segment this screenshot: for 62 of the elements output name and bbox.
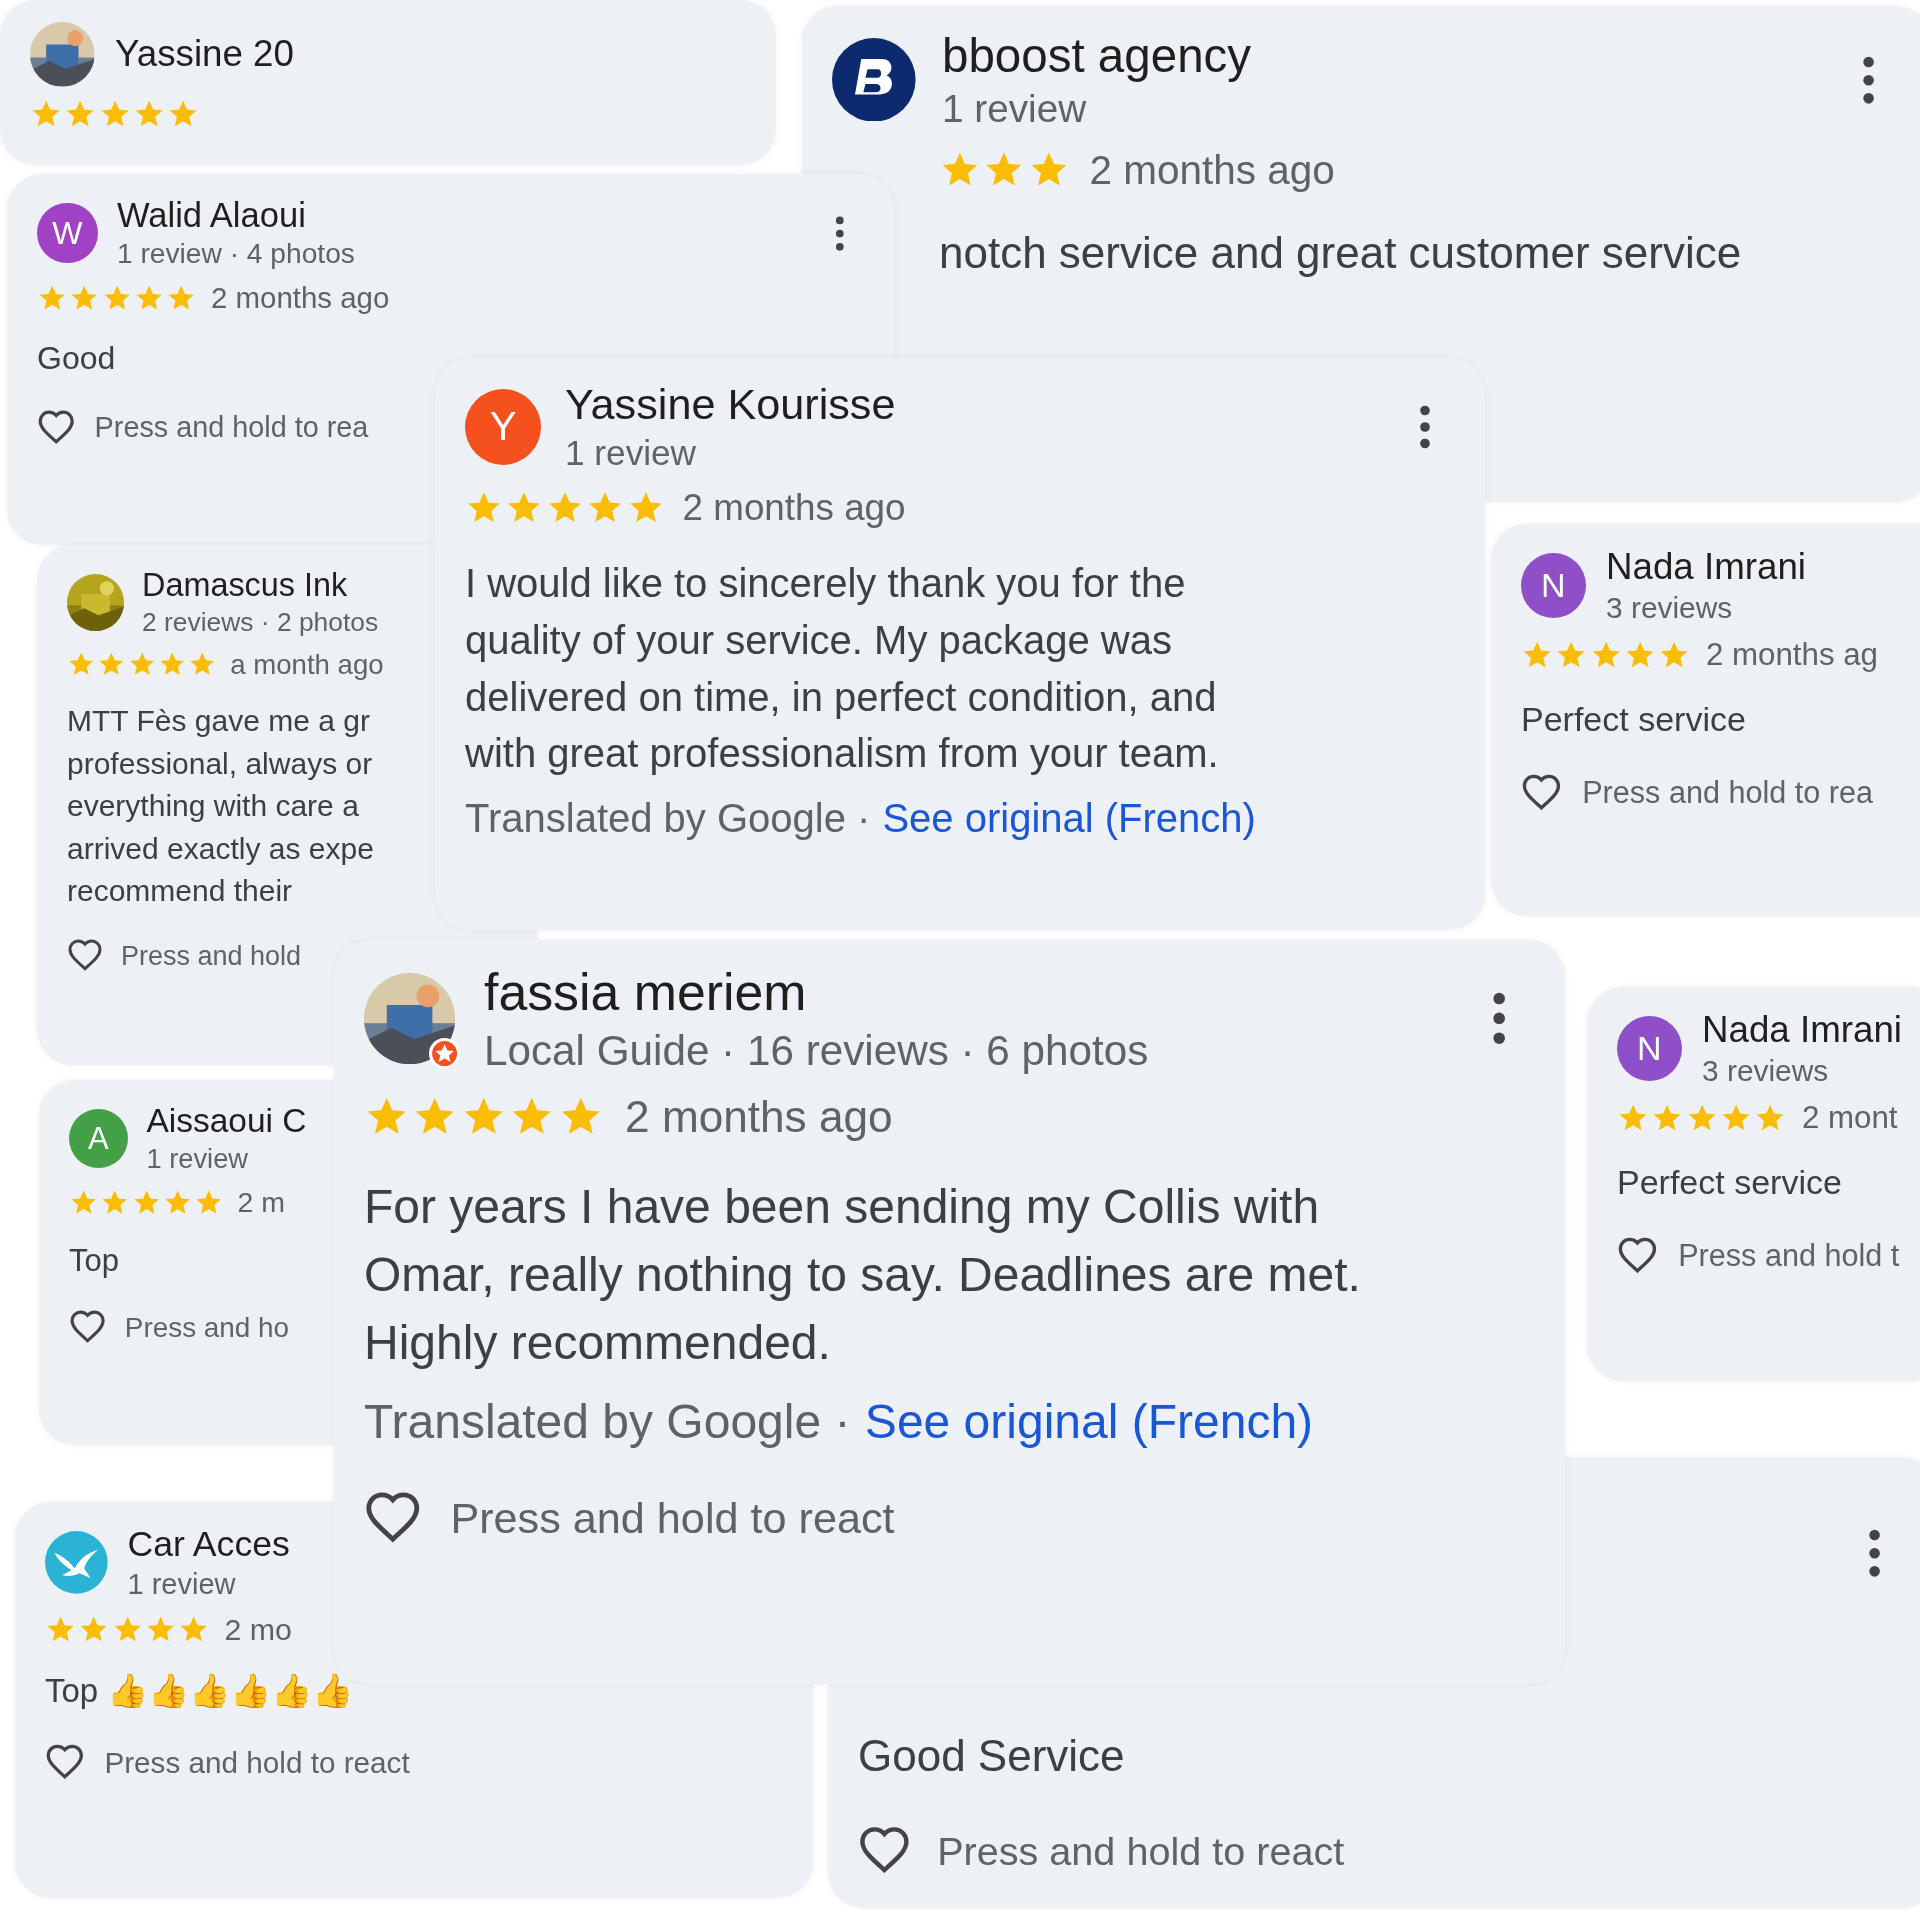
review-date: 2 months ago bbox=[682, 487, 906, 529]
reviewer-stats: 2 reviews · 2 photos bbox=[142, 607, 379, 638]
reviewer-stats: 1 review bbox=[942, 87, 1087, 132]
review-date: a month ago bbox=[230, 648, 384, 681]
reviewer-name: Nada Imrani bbox=[1702, 1009, 1902, 1051]
logo-icon bbox=[832, 37, 916, 122]
react-hint: Press and ho bbox=[124, 1312, 290, 1345]
more-icon[interactable] bbox=[1491, 992, 1507, 1045]
react-hint: Press and hold to rea bbox=[94, 411, 369, 445]
review-text: Top bbox=[69, 1242, 119, 1281]
review-text: notch service and great customer service bbox=[939, 227, 1742, 280]
avatar: N bbox=[1521, 553, 1586, 618]
reviewer-stats: Local Guide · 16 reviews · 6 photos bbox=[484, 1026, 1149, 1075]
more-icon[interactable] bbox=[1868, 1529, 1882, 1578]
review-text: For years I have been sending my Collis with Omar, really nothing to say. Deadlines are met. Highly recommended. bbox=[364, 1178, 1361, 1372]
review-text: Good bbox=[37, 339, 116, 379]
see-original-link[interactable]: See original (French) bbox=[864, 1394, 1314, 1450]
reviewer-name: bboost agency bbox=[942, 28, 1252, 83]
reviewer-name: Yassine 20 bbox=[115, 33, 294, 76]
reviewer-stats: 3 reviews bbox=[1702, 1054, 1829, 1089]
reviewer-stats: 1 review bbox=[127, 1568, 236, 1602]
review-date: 2 months ago bbox=[625, 1091, 893, 1142]
reviewer-name: Car Acces bbox=[127, 1524, 290, 1565]
react-hint: Press and hold to react bbox=[450, 1494, 895, 1544]
review-text: Perfect service bbox=[1617, 1162, 1842, 1204]
more-icon[interactable] bbox=[835, 215, 845, 251]
reviewer-name: Damascus Ink bbox=[142, 567, 348, 604]
reviewer-name: fassia meriem bbox=[484, 962, 807, 1022]
see-original-link[interactable]: See original (French) bbox=[882, 796, 1256, 842]
review-date: 2 months ago bbox=[210, 281, 390, 316]
review-date: 2 m bbox=[237, 1185, 286, 1219]
reviewer-stats: 1 review bbox=[565, 433, 697, 473]
react-hint: Press and hold to rea bbox=[1582, 775, 1873, 811]
avatar: N bbox=[1617, 1016, 1682, 1081]
reviewer-name: Yassine Kourisse bbox=[565, 380, 896, 429]
react-hint: Press and hold t bbox=[1678, 1238, 1900, 1274]
review-text: Good Service bbox=[858, 1730, 1125, 1783]
review-date: 2 mont bbox=[1801, 1100, 1898, 1137]
review-text: MTT Fès gave me a gr professional, always or everything with care a arrived exactly as expe recommend their bbox=[67, 703, 374, 910]
react-hint: Press and hold to react bbox=[104, 1746, 410, 1780]
avatar: A bbox=[69, 1109, 128, 1168]
more-icon[interactable] bbox=[1419, 404, 1431, 449]
review-text: I would like to sincerely thank you for the quality of your service. My package was delivered on time, in perfect condition, and with great professionalism from your team. bbox=[465, 560, 1219, 778]
react-hint: Press and hold to react bbox=[937, 1829, 1345, 1875]
avatar: Y bbox=[465, 388, 541, 465]
review-text: Top 👍👍👍👍👍👍 bbox=[45, 1671, 354, 1712]
review-text: Perfect service bbox=[1521, 699, 1746, 741]
review-date: 2 months ag bbox=[1705, 637, 1878, 674]
reviewer-name: Walid Alaoui bbox=[117, 196, 306, 235]
reviewer-stats: 3 reviews bbox=[1606, 591, 1733, 626]
bird-icon bbox=[45, 1531, 108, 1594]
reviewer-stats: 1 review · 4 photos bbox=[117, 238, 355, 271]
more-icon[interactable] bbox=[1862, 55, 1876, 104]
avatar: W bbox=[37, 202, 98, 264]
review-date: 2 mo bbox=[224, 1612, 292, 1647]
reviewer-name: Aissaoui C bbox=[146, 1102, 307, 1140]
react-hint: Press and hold bbox=[121, 940, 302, 972]
review-date: 2 months ago bbox=[1089, 146, 1335, 194]
reviewer-stats: 1 review bbox=[146, 1143, 248, 1176]
translation-note: Translated by Google · bbox=[364, 1394, 851, 1450]
reviewer-name: Nada Imrani bbox=[1606, 546, 1806, 588]
translation-note: Translated by Google · bbox=[465, 796, 871, 842]
